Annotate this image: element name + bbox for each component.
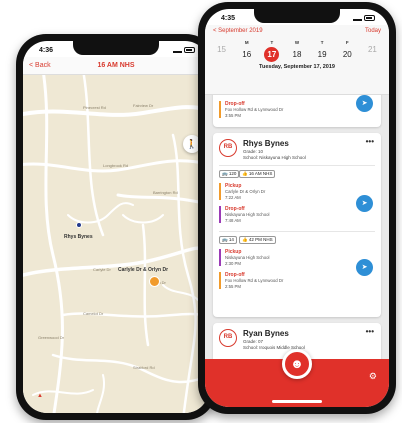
- schedule-screen: 4:35 < September 2019 Today 15 M 16 T 17…: [205, 9, 389, 407]
- navigate-button[interactable]: ➤: [356, 195, 373, 212]
- student-location-label: Rhys Bynes: [64, 234, 93, 240]
- pickup-stop: Pickup Niskayuna High School 2:30 PM: [219, 249, 269, 266]
- street-label: Barrington Rd: [153, 190, 178, 195]
- route-chip[interactable]: 👍 42 PM NHS: [239, 236, 276, 244]
- signal-icon: [353, 15, 362, 21]
- bus-number-chip: 🚌 14: [219, 236, 237, 244]
- status-time: 4:36: [39, 46, 54, 54]
- more-options-button[interactable]: •••: [366, 327, 374, 336]
- student-name: Ryan Bynes: [243, 329, 289, 338]
- back-button[interactable]: < Back: [29, 62, 51, 69]
- smiley-icon: ☻: [290, 356, 304, 371]
- avatar: RB: [219, 139, 237, 157]
- status-bar: 4:35: [221, 13, 375, 23]
- calendar-day[interactable]: 21: [360, 40, 384, 62]
- today-link[interactable]: Today: [365, 28, 381, 34]
- bottom-tab-bar: ☻ ⚙: [205, 349, 389, 407]
- signal-icon: [173, 47, 182, 53]
- home-robot-button[interactable]: ☻: [282, 349, 312, 379]
- month-back-link[interactable]: < September 2019: [213, 28, 263, 34]
- student-name: Rhys Bynes: [243, 139, 289, 148]
- student-card: RB Rhys Bynes Grade: 10 School: Niskayun…: [213, 133, 381, 317]
- calendar-header: < September 2019 Today 15 M 16 T 17 W 18…: [205, 25, 389, 95]
- street-label: Greenwood Dr: [38, 335, 65, 340]
- street-label: Longbrook Rd: [103, 163, 129, 168]
- street-label: Pinecrest Rd: [83, 105, 106, 110]
- partial-stop-card: Drop-off Fox Hollow Rd & Lynnwood Dr 3:5…: [213, 95, 381, 127]
- route-title: 16 AM NHS: [97, 62, 135, 69]
- avatar: RB: [219, 329, 237, 347]
- battery-icon: [184, 47, 195, 53]
- calendar-day-selected[interactable]: T 17: [260, 40, 284, 62]
- street-label: Fairview Dr: [133, 103, 154, 108]
- student-school: School: Niskayuna High School: [243, 155, 306, 160]
- street-label: Carlyle Dr: [93, 267, 111, 272]
- bus-number-chip: 🚌 120: [219, 170, 240, 178]
- calendar-day[interactable]: 15: [210, 40, 234, 62]
- compass-icon[interactable]: ▲: [37, 393, 43, 399]
- bus-stop-label: Carlyle Dr & Orlyn Dr: [118, 267, 169, 273]
- navigate-button[interactable]: ➤: [356, 95, 373, 112]
- schedule-phone: 4:35 < September 2019 Today 15 M 16 T 17…: [198, 2, 396, 414]
- navigate-button[interactable]: ➤: [356, 259, 373, 276]
- route-chip[interactable]: 👍 16 AM NHS: [239, 170, 276, 178]
- bus-stop-pin[interactable]: [149, 276, 160, 287]
- gear-icon[interactable]: ⚙: [369, 371, 377, 382]
- calendar-day[interactable]: M 16: [235, 40, 259, 62]
- battery-icon: [364, 15, 375, 21]
- map-phone: 4:36 < Back 16 AM NHS Pinecrest Rd Fairv…: [16, 34, 216, 420]
- street-label: Camelot Dr: [83, 311, 104, 316]
- student-grade: Grade: 10: [243, 149, 264, 154]
- map-roads: [23, 75, 209, 413]
- map-view[interactable]: Pinecrest Rd Fairview Dr Longbrook Rd Ba…: [23, 75, 209, 413]
- week-strip: 15 M 16 T 17 W 18 T 19 F 20 21: [205, 40, 389, 62]
- selected-date-heading: Tuesday, September 17, 2019: [259, 64, 335, 70]
- student-location-pin[interactable]: [76, 222, 82, 228]
- pickup-stop: Pickup Carlyle Dr & Orlyn Dr 7:22 AM: [219, 183, 265, 200]
- home-indicator: [272, 400, 322, 403]
- calendar-day[interactable]: F 20: [335, 40, 359, 62]
- dropoff-stop: Drop-off Fox Hollow Rd & Lynnwood Dr 3:5…: [219, 101, 283, 118]
- student-feed[interactable]: Drop-off Fox Hollow Rd & Lynnwood Dr 3:5…: [205, 95, 389, 359]
- street-label: Stratford Rd: [133, 365, 155, 370]
- dropoff-stop: Drop-off Niskayuna High School 7:48 AM: [219, 206, 269, 223]
- walking-icon: 🚶: [186, 138, 198, 149]
- dropoff-stop: Drop-off Fox Hollow Rd & Lynnwood Dr 2:5…: [219, 272, 283, 289]
- calendar-day[interactable]: W 18: [285, 40, 309, 62]
- map-screen: 4:36 < Back 16 AM NHS Pinecrest Rd Fairv…: [23, 41, 209, 413]
- calendar-day[interactable]: T 19: [310, 40, 334, 62]
- more-options-button[interactable]: •••: [366, 137, 374, 146]
- status-bar: 4:36: [39, 45, 195, 55]
- status-time: 4:35: [221, 14, 236, 22]
- map-nav-bar: < Back 16 AM NHS: [23, 57, 209, 75]
- student-grade: Grade: 07: [243, 339, 264, 344]
